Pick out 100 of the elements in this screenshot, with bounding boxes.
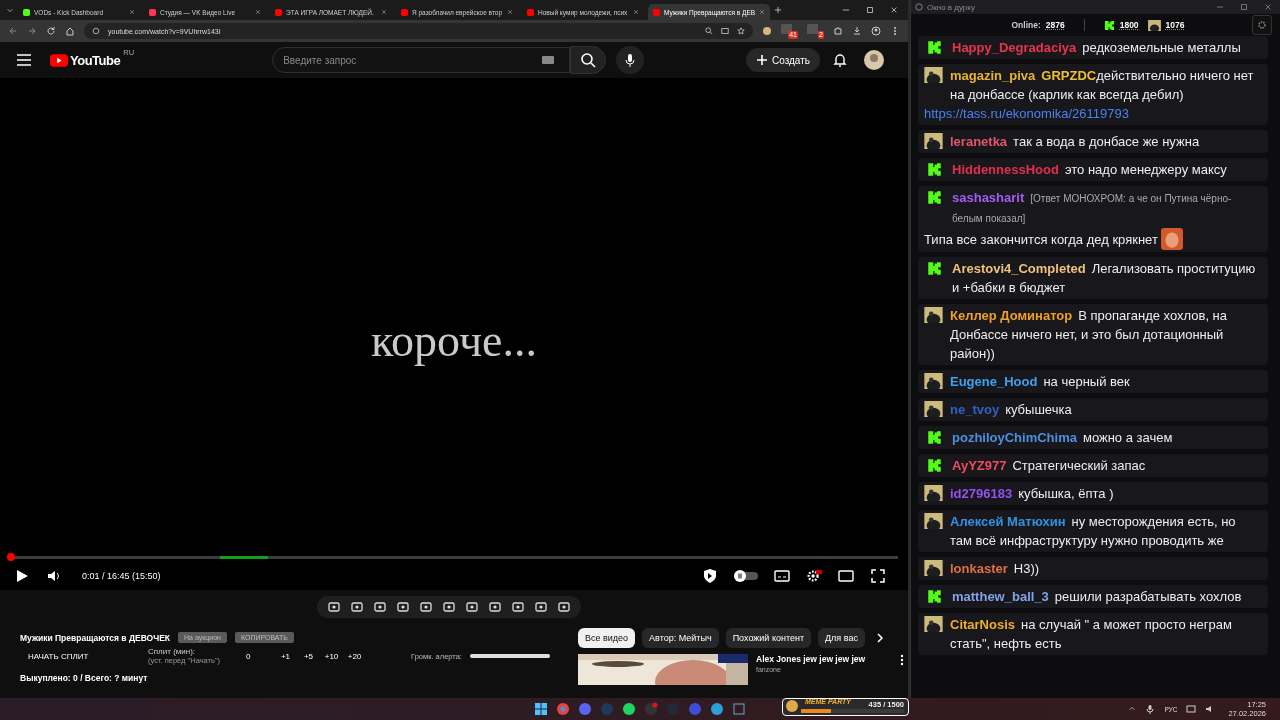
online-label: Online: (1011, 20, 1041, 30)
maximize-icon[interactable] (1240, 3, 1248, 11)
link[interactable]: https://tass.ru/ekonomika/26119793 (924, 104, 1260, 123)
tab-close-icon[interactable] (633, 9, 639, 15)
search-button[interactable] (570, 46, 606, 74)
message-text: leranetka так а вода в донбасе же нужна (950, 133, 1201, 151)
minimize-icon[interactable] (842, 6, 850, 14)
app-icon[interactable] (556, 702, 570, 716)
user-avatar (924, 401, 943, 417)
shield-icon[interactable] (702, 568, 718, 584)
back-icon[interactable] (8, 26, 18, 36)
autoplay-toggle[interactable] (734, 570, 758, 582)
badge-icon (927, 190, 942, 205)
tool-icon[interactable] (373, 600, 387, 614)
filter-chip[interactable]: Похожий контент (725, 628, 811, 648)
message-text: matthew_ball_3 решили разрабатывать хохлов (952, 588, 1243, 606)
new-tab-icon[interactable] (774, 6, 782, 14)
bell-icon[interactable] (832, 52, 848, 68)
tool-icon[interactable] (350, 600, 364, 614)
favicon-icon (401, 8, 408, 16)
reload-icon[interactable] (46, 26, 56, 36)
install-icon[interactable] (721, 27, 729, 35)
account-avatar[interactable] (864, 50, 884, 70)
maximize-icon[interactable] (866, 6, 874, 14)
tool-icon[interactable] (419, 600, 433, 614)
zoom-icon[interactable] (705, 27, 713, 35)
message-text: lonkaster Н3)) (950, 560, 1041, 578)
window-title: Окно в дурку (927, 2, 975, 12)
increment-button[interactable]: +10 (320, 651, 343, 661)
tool-icon[interactable] (465, 600, 479, 614)
volume-slider[interactable] (469, 654, 550, 658)
tab-close-icon[interactable] (255, 9, 261, 15)
filter-chip[interactable]: Автор: Мейтыч (642, 628, 719, 648)
tool-icon[interactable] (396, 600, 410, 614)
badge-icon (927, 162, 942, 177)
fullscreen-icon[interactable] (870, 568, 886, 584)
message-text: pozhiloyChimChima можно а зачем (952, 429, 1174, 447)
app-icon[interactable] (710, 702, 724, 716)
message-text: id2796183 кубышка, ёпта ) (950, 485, 1115, 503)
app-icon[interactable] (644, 702, 658, 716)
search-field[interactable]: Введите запрос (272, 47, 570, 73)
app-icon[interactable] (622, 702, 636, 716)
user-avatar (924, 616, 943, 632)
message-text: ne_tvoy кубышечка (950, 401, 1073, 419)
close-icon[interactable] (1264, 3, 1272, 11)
user-avatar (924, 373, 943, 389)
tool-icon[interactable] (327, 600, 341, 614)
filter-chip[interactable]: Для вас (818, 628, 865, 648)
video-title[interactable]: Alex Jones jew jew jew jew (756, 654, 888, 664)
start-icon[interactable] (534, 702, 548, 716)
tab-close-icon[interactable] (381, 9, 387, 15)
site-info-icon[interactable] (92, 27, 100, 35)
filter-chip[interactable]: Все видео (578, 628, 636, 648)
tool-icon[interactable] (557, 600, 571, 614)
tool-icon[interactable] (442, 600, 456, 614)
message-text: Eugene_Hood на черный век (950, 373, 1131, 391)
tab-list-icon[interactable] (6, 6, 14, 14)
start-split-button[interactable]: НАЧАТЬ СПЛИТ (20, 651, 140, 661)
close-icon[interactable] (890, 6, 898, 14)
badge-icon (927, 261, 942, 276)
theater-icon[interactable] (838, 568, 854, 584)
tab-close-icon[interactable] (507, 9, 513, 15)
volume-icon[interactable] (46, 568, 62, 584)
tool-icon[interactable] (488, 600, 502, 614)
star-icon[interactable] (737, 27, 745, 35)
caret-icon[interactable] (1128, 705, 1137, 713)
message-text: Arestovi4_Completed Легализовать проституцию и +бабки в бюджет (952, 260, 1257, 297)
voice-search-button[interactable] (616, 46, 644, 74)
search-icon (580, 52, 596, 68)
tool-icon[interactable] (534, 600, 548, 614)
viewer-count: 1076 (1165, 20, 1185, 30)
profile-icon[interactable] (871, 26, 881, 36)
microphone-icon (622, 52, 638, 68)
increment-button[interactable]: +1 (274, 651, 297, 661)
message-text: Типа все закончится когда дед крякнет (924, 230, 1158, 249)
user-avatar (924, 513, 943, 529)
message-text: CitarNosis на случай " а может просто неграм стать", нефть есть (950, 616, 1233, 653)
progress-bar[interactable] (8, 556, 898, 559)
subtitles-icon[interactable] (774, 568, 790, 584)
message-text: Happy_Degradaciya редкоземельные металлы (952, 39, 1242, 57)
microphone-icon[interactable] (1145, 704, 1156, 714)
create-button[interactable]: Создать (746, 48, 820, 72)
settings-button[interactable] (1252, 15, 1272, 35)
user-avatar (924, 485, 943, 501)
extension-icon[interactable] (762, 26, 772, 36)
home-icon[interactable] (65, 26, 75, 36)
increment-button[interactable]: +5 (297, 651, 320, 661)
play-icon[interactable] (14, 568, 30, 584)
increment-button[interactable]: +20 (343, 651, 366, 661)
tab-close-icon[interactable] (759, 9, 766, 15)
settings-icon[interactable] (806, 568, 822, 584)
app-icon[interactable] (578, 702, 592, 716)
forward-icon[interactable] (27, 26, 37, 36)
menu-icon[interactable] (16, 52, 32, 68)
message-text: HiddennessHood это надо менеджеру максу (952, 161, 1228, 179)
monitor-icon[interactable] (1186, 704, 1197, 714)
tool-icon[interactable] (511, 600, 525, 614)
download-icon[interactable] (852, 26, 862, 36)
tab-close-icon[interactable] (129, 9, 135, 15)
favicon-icon (653, 8, 660, 16)
